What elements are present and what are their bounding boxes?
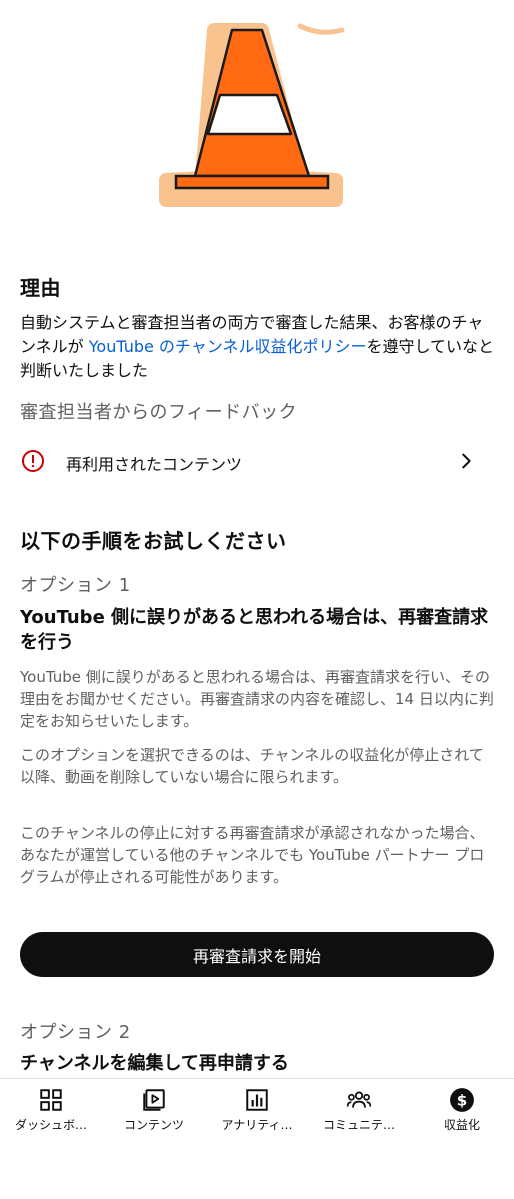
nav-label-analytics: アナリティ… <box>221 1118 293 1132</box>
feedback-heading: 審査担当者からのフィードバック <box>20 402 298 423</box>
monetization-policy-link[interactable]: YouTube のチャンネル収益化ポリシー <box>89 337 367 356</box>
nav-label-dashboard: ダッシュボ… <box>14 1118 87 1132</box>
nav-item-analytics[interactable]: アナリティ… <box>206 1079 308 1149</box>
community-icon <box>346 1091 372 1108</box>
main-content: 理由 自動システムと審査担当者の両方で審査した結果、お客様のチャンネルが You… <box>0 0 514 1078</box>
option1-paragraph2: このオプションを選択できるのは、チャンネルの収益化が停止されて以降、動画を削除し… <box>20 746 484 786</box>
content-icon <box>143 1089 165 1111</box>
nav-item-dashboard[interactable]: ダッシュボ… <box>0 1079 102 1149</box>
traffic-cone-illustration <box>159 23 345 207</box>
option1-title: YouTube 側に誤りがあると思われる場合は、再審査請求を行う <box>20 607 489 653</box>
feedback-item-reused-content[interactable]: 再利用されたコンテンツ <box>0 440 514 484</box>
nav-item-monetization[interactable]: $ 収益化 <box>411 1079 513 1149</box>
monetization-icon: $ <box>450 1088 474 1112</box>
nav-label-monetization: 収益化 <box>443 1118 480 1132</box>
option1-paragraph1: YouTube 側に誤りがあると思われる場合は、再審査請求を行い、その理由をお聞… <box>20 668 494 730</box>
option1-paragraph3: このチャンネルの停止に対する再審査請求が承認されなかった場合、あなたが運営してい… <box>20 824 485 886</box>
nav-label-community: コミュニテ… <box>322 1118 395 1132</box>
nav-item-content[interactable]: コンテンツ <box>103 1079 205 1149</box>
reason-text: 自動システムと審査担当者の両方で審査した結果、お客様のチャンネルが YouTub… <box>20 311 494 383</box>
alert-circle-icon <box>22 450 44 472</box>
dashboard-icon <box>40 1089 62 1111</box>
nav-item-community[interactable]: コミュニテ… <box>308 1079 410 1149</box>
option2-title: チャンネルを編集して再申請する <box>20 1053 289 1074</box>
bottom-navigation: ダッシュボ… コンテンツ アナリティ… コミュニテ… $ 収益化 <box>0 1078 514 1149</box>
option2-label: オプション 2 <box>20 1022 131 1043</box>
svg-text:$: $ <box>457 1091 468 1109</box>
analytics-icon <box>246 1089 268 1111</box>
reason-heading: 理由 <box>20 276 61 300</box>
feedback-item-label: 再利用されたコンテンツ <box>66 455 243 474</box>
start-appeal-button[interactable]: 再審査請求を開始 <box>20 932 494 977</box>
steps-heading: 以下の手順をお試しください <box>20 529 287 553</box>
chevron-right-icon <box>462 453 471 469</box>
option1-label: オプション 1 <box>20 575 131 596</box>
nav-label-content: コンテンツ <box>123 1118 184 1132</box>
